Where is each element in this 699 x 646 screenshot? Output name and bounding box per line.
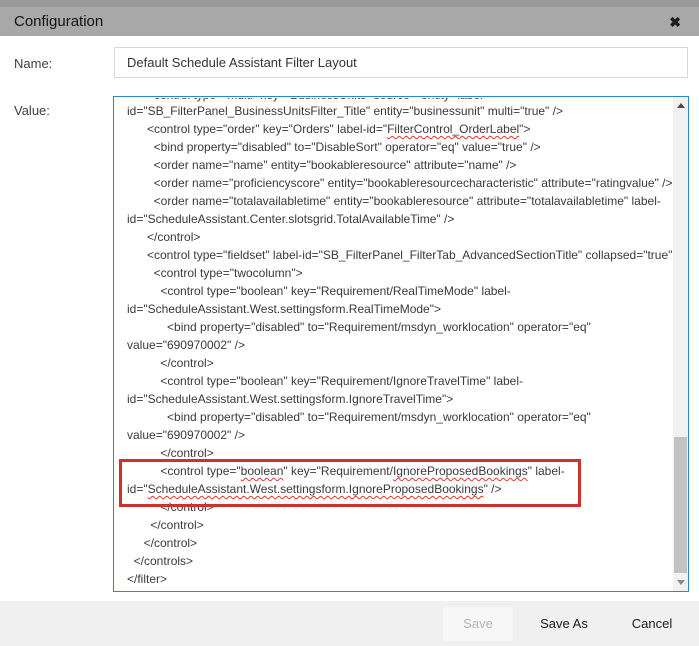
- scrollbar[interactable]: [673, 97, 688, 591]
- scroll-up-icon[interactable]: [673, 98, 688, 113]
- spellcheck-squiggle: FilterControl_OrderLabel: [387, 122, 519, 136]
- code-line: <control type="twocolumn">: [127, 264, 670, 282]
- code-line: </control>: [127, 354, 670, 372]
- cancel-button[interactable]: Cancel: [615, 607, 689, 641]
- highlight-box: <control type="boolean" key="Requirement…: [127, 462, 670, 498]
- dialog-title: Configuration: [14, 13, 103, 30]
- scroll-down-icon[interactable]: [673, 575, 688, 590]
- code-line: <control type="fieldset" label-id="SB_Fi…: [127, 246, 670, 264]
- code-line: </control>: [127, 516, 670, 534]
- value-editor-content: <control type="multi" key="BusinessUnits…: [114, 98, 672, 591]
- code-line: </control>: [127, 534, 670, 552]
- code-line: <order name="name" entity="bookableresou…: [127, 156, 670, 174]
- scroll-thumb[interactable]: [674, 437, 687, 573]
- background-strip: [0, 0, 699, 7]
- code-line: </control>: [127, 444, 670, 462]
- configuration-dialog: Configuration ✖ Name: Value: <control ty…: [0, 0, 699, 646]
- code-line: <control type="boolean" key="Requirement…: [127, 282, 670, 300]
- code-line: value="690970002" />: [127, 336, 670, 354]
- name-label: Name:: [14, 56, 52, 71]
- dialog-titlebar: Configuration ✖: [0, 7, 699, 36]
- code-line: </controls>: [127, 552, 670, 570]
- spellcheck-squiggle: ScheduleAssistant.West.settingsform.Igno…: [148, 482, 484, 496]
- value-label: Value:: [14, 103, 50, 118]
- code-line: <bind property="disabled" to="DisableSor…: [127, 138, 670, 156]
- code-line: <bind property="disabled" to="Requiremen…: [127, 408, 670, 426]
- code-line: <control type="boolean" key="Requirement…: [127, 372, 670, 390]
- dialog-footer: Save Save As Cancel: [0, 601, 699, 646]
- code-line: id="ScheduleAssistant.West.settingsform.…: [127, 480, 670, 498]
- code-line: id="ScheduleAssistant.West.settingsform.…: [127, 300, 670, 318]
- value-editor[interactable]: <control type="multi" key="BusinessUnits…: [113, 96, 689, 592]
- code-line: id="ScheduleAssistant.Center.slotsgrid.T…: [127, 210, 670, 228]
- code-line: id="SB_FilterPanel_BusinessUnitsFilter_T…: [127, 102, 670, 120]
- close-icon[interactable]: ✖: [665, 13, 685, 31]
- name-input[interactable]: [114, 47, 688, 78]
- code-line: <order name="totalavailabletime" entity=…: [127, 192, 670, 210]
- save-button[interactable]: Save: [443, 607, 513, 641]
- save-as-button[interactable]: Save As: [519, 607, 609, 641]
- code-line: </filter>: [127, 570, 670, 588]
- code-line: </control>: [127, 228, 670, 246]
- spellcheck-squiggle: boolean: [241, 464, 284, 478]
- code-line: <control type="boolean" key="Requirement…: [127, 462, 670, 480]
- spellcheck-squiggle: IgnoreProposedBookings: [393, 464, 528, 478]
- code-line: <control type="order" key="Orders" label…: [127, 120, 670, 138]
- code-line: <bind property="disabled" to="Requiremen…: [127, 318, 670, 336]
- code-line: <order name="proficiencyscore" entity="b…: [127, 174, 670, 192]
- code-line: </control>: [127, 498, 670, 516]
- code-line: id="ScheduleAssistant.West.settingsform.…: [127, 390, 670, 408]
- code-line: value="690970002" />: [127, 426, 670, 444]
